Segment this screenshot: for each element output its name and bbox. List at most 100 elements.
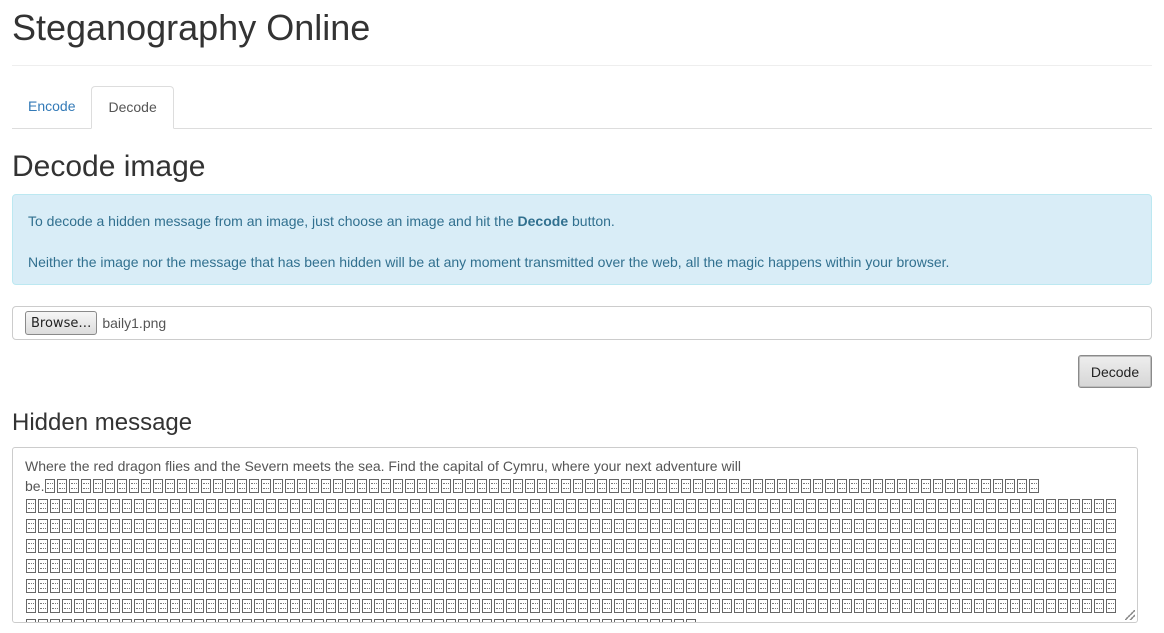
unprintable-glyph-icon	[194, 499, 204, 513]
unprintable-glyph-icon	[434, 519, 444, 533]
unprintable-glyph-icon	[333, 479, 344, 493]
unprintable-glyph-icon	[254, 539, 264, 553]
unprintable-glyph-icon	[626, 559, 636, 573]
unprintable-glyph-icon	[698, 539, 708, 553]
unprintable-glyph-icon	[986, 559, 996, 573]
unprintable-glyph-icon	[1046, 579, 1056, 593]
unprintable-glyph-icon	[597, 479, 608, 493]
unprintable-glyph-icon	[98, 559, 108, 573]
unprintable-glyph-icon	[794, 539, 804, 553]
hidden-message-heading: Hidden message	[12, 409, 193, 436]
unprintable-glyph-icon	[1046, 599, 1056, 613]
decode-button[interactable]: Decode	[1078, 355, 1152, 388]
unprintable-glyph-icon	[182, 499, 192, 513]
unprintable-glyph-icon	[93, 479, 104, 493]
unprintable-glyph-icon	[386, 539, 396, 553]
unprintable-glyph-icon	[734, 499, 744, 513]
unprintable-glyph-icon	[290, 539, 300, 553]
unprintable-glyph-icon	[81, 479, 92, 493]
unprintable-glyph-icon	[710, 579, 720, 593]
message-line-1: Where the red dragon flies and the Sever…	[25, 458, 741, 474]
unprintable-glyph-icon	[782, 519, 792, 533]
unprintable-glyph-icon	[482, 599, 492, 613]
unprintable-glyph-icon	[458, 619, 468, 622]
unprintable-glyph-icon	[110, 519, 120, 533]
unprintable-glyph-icon	[398, 519, 408, 533]
unprintable-glyph-icon	[434, 499, 444, 513]
unprintable-glyph-icon	[182, 579, 192, 593]
unprintable-glyph-icon	[554, 599, 564, 613]
unprintable-glyph-icon	[806, 499, 816, 513]
unprintable-glyph-icon	[974, 519, 984, 533]
unprintable-glyph-icon	[530, 579, 540, 593]
browse-button[interactable]: Browse…	[25, 311, 98, 335]
unprintable-glyph-icon	[362, 579, 372, 593]
unprintable-glyph-icon	[662, 619, 672, 622]
unprintable-glyph-icon	[122, 599, 132, 613]
unprintable-glyph-icon	[254, 499, 264, 513]
tab-decode[interactable]: Decode	[91, 86, 174, 129]
tab-encode[interactable]: Encode	[12, 86, 91, 127]
unprintable-glyph-icon	[194, 619, 204, 622]
unprintable-glyph-icon	[218, 619, 228, 622]
unprintable-glyph-icon	[770, 519, 780, 533]
unprintable-glyph-icon	[170, 599, 180, 613]
unprintable-glyph-icon	[62, 619, 72, 622]
unprintable-glyph-icon	[686, 559, 696, 573]
unprintable-glyph-icon	[302, 519, 312, 533]
unprintable-glyph-icon	[1082, 539, 1092, 553]
unprintable-glyph-icon	[626, 599, 636, 613]
unprintable-glyph-icon	[129, 479, 140, 493]
unprintable-glyph-icon	[1082, 499, 1092, 513]
unprintable-glyph-icon	[830, 559, 840, 573]
unprintable-glyph-icon	[314, 519, 324, 533]
unprintable-glyph-icon	[206, 619, 216, 622]
unprintable-glyph-icon	[494, 539, 504, 553]
unprintable-glyph-icon	[734, 599, 744, 613]
unprintable-glyph-icon	[266, 539, 276, 553]
file-input[interactable]: Browse… baily1.png	[12, 306, 1152, 340]
info-line-1-suffix: button.	[568, 213, 615, 229]
unprintable-glyph-icon	[182, 559, 192, 573]
unprintable-glyph-icon	[326, 519, 336, 533]
unprintable-glyph-icon	[410, 519, 420, 533]
unprintable-glyph-icon	[326, 499, 336, 513]
unprintable-glyph-icon	[1005, 479, 1016, 493]
unprintable-glyph-icon	[1106, 539, 1116, 553]
unprintable-glyph-icon	[518, 579, 528, 593]
unprintable-glyph-icon	[818, 519, 828, 533]
unprintable-glyph-icon	[350, 579, 360, 593]
unprintable-glyph-icon	[854, 559, 864, 573]
unprintable-glyph-icon	[506, 599, 516, 613]
unprintable-glyph-icon	[110, 599, 120, 613]
unprintable-glyph-icon	[134, 579, 144, 593]
unprintable-glyph-icon	[914, 599, 924, 613]
unprintable-glyph-icon	[122, 579, 132, 593]
unprintable-glyph-icon	[986, 539, 996, 553]
unprintable-glyph-icon	[614, 559, 624, 573]
unprintable-glyph-icon	[650, 539, 660, 553]
unprintable-glyph-icon	[326, 579, 336, 593]
unprintable-glyph-icon	[98, 619, 108, 622]
unprintable-glyph-icon	[566, 539, 576, 553]
unprintable-glyph-icon	[290, 519, 300, 533]
unprintable-glyph-icon	[998, 539, 1008, 553]
unprintable-glyph-icon	[1058, 559, 1068, 573]
unprintable-glyph-icon	[122, 499, 132, 513]
resize-handle-icon[interactable]	[1125, 610, 1135, 620]
unprintable-glyph-icon	[458, 499, 468, 513]
unprintable-glyph-icon	[765, 479, 776, 493]
unprintable-glyph-icon	[422, 559, 432, 573]
unprintable-glyph-icon	[201, 479, 212, 493]
unprintable-glyph-icon	[213, 479, 224, 493]
unprintable-glyph-icon	[926, 579, 936, 593]
unprintable-glyph-icon	[134, 559, 144, 573]
unprintable-glyph-icon	[290, 619, 300, 622]
unprintable-glyph-icon	[38, 579, 48, 593]
unprintable-glyph-icon	[374, 619, 384, 622]
unprintable-glyph-icon	[362, 559, 372, 573]
unprintable-glyph-icon	[230, 539, 240, 553]
unprintable-glyph-icon	[122, 619, 132, 622]
unprintable-glyph-icon	[986, 499, 996, 513]
hidden-message-textarea[interactable]: Where the red dragon flies and the Sever…	[12, 447, 1138, 623]
